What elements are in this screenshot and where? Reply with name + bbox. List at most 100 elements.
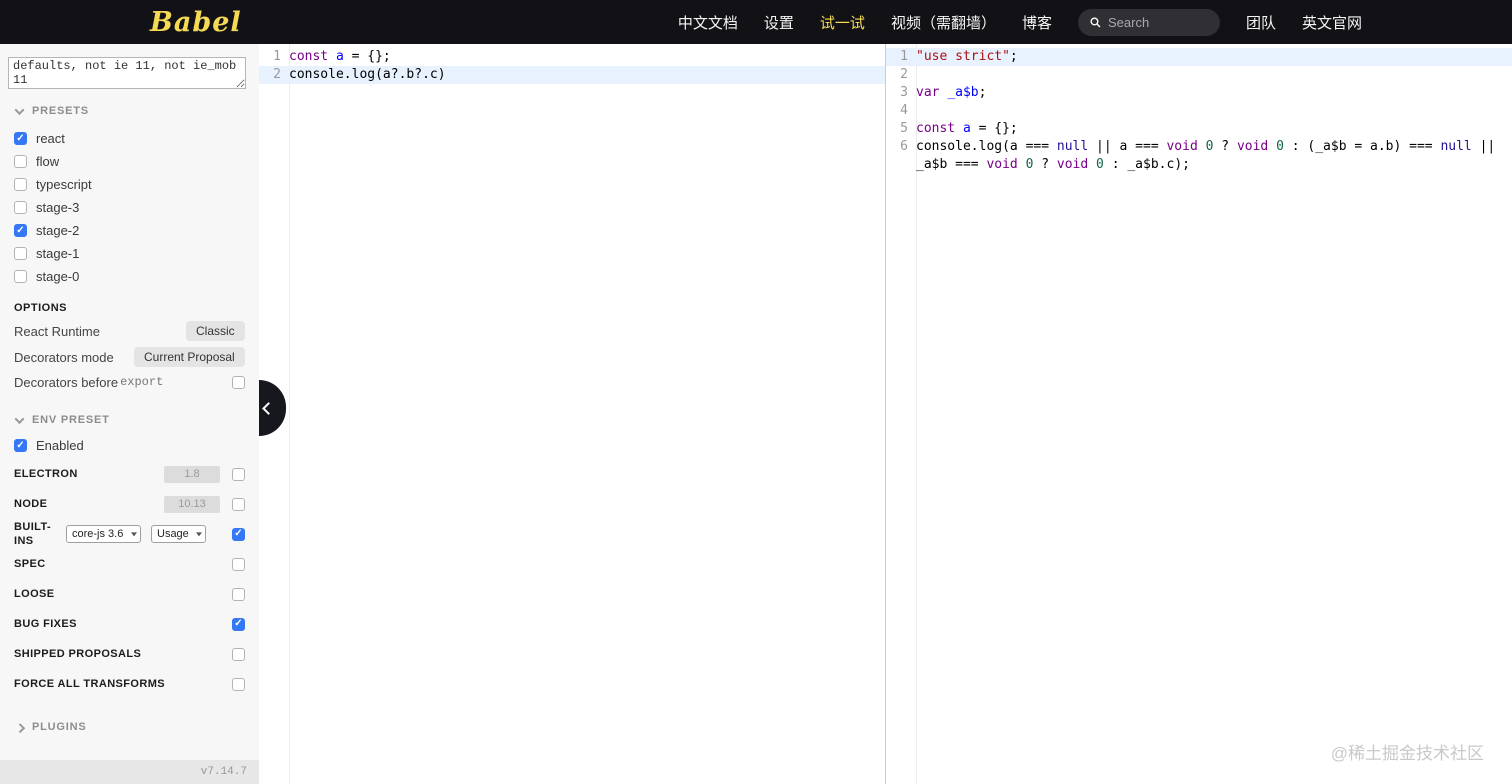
nav-item-docs[interactable]: 中文文档 (678, 12, 738, 33)
preset-item-typescript[interactable]: typescript (0, 173, 259, 196)
code-line[interactable]: 5 const a = {}; (886, 120, 1512, 138)
react-runtime-select[interactable]: Classic (186, 321, 245, 341)
code-line[interactable]: 2 (886, 66, 1512, 84)
env-enabled-label: Enabled (36, 438, 84, 453)
version-bar: v7.14.7 (0, 760, 259, 784)
bug-fixes-checkbox[interactable] (232, 617, 245, 631)
env-preset-section-header[interactable]: ENV PRESET (0, 394, 259, 432)
preset-label: stage-3 (36, 200, 80, 215)
browserslist-input[interactable]: defaults, not ie 11, not ie_mob 11 (8, 57, 246, 89)
corejs-version-select[interactable]: core-js 3.6 (66, 525, 141, 543)
line-number: 5 (900, 121, 908, 136)
force-all-transforms-row: FORCE ALL TRANSFORMS (0, 669, 259, 699)
code-text[interactable]: var _a$b; (916, 84, 1512, 102)
env-enabled-row[interactable]: Enabled (0, 432, 259, 459)
chevron-down-icon (14, 413, 25, 424)
code-line[interactable]: 2 console.log(a?.b?.c) (259, 66, 885, 84)
presets-list: react flow typescript stage-3 stage-2 st… (0, 123, 259, 288)
source-editor[interactable]: 1 const a = {}; 2 console.log(a?.b?.c) (259, 44, 886, 784)
bug-fixes-label: BUG FIXES (14, 618, 77, 630)
line-number: 6 (900, 139, 908, 154)
plugins-section-header[interactable]: PLUGINS (0, 699, 259, 743)
search-icon (1090, 16, 1101, 27)
code-text[interactable]: const a = {}; (916, 120, 1512, 138)
source-editor-lines: 1 const a = {}; 2 console.log(a?.b?.c) (259, 48, 885, 84)
decorators-mode-select[interactable]: Current Proposal (134, 347, 245, 367)
preset-typescript-checkbox[interactable] (14, 178, 27, 191)
line-number: 1 (273, 49, 281, 64)
builtins-checkbox[interactable] (232, 527, 245, 541)
search-input[interactable] (1107, 14, 1208, 30)
options-section-title: OPTIONS (14, 302, 68, 314)
preset-item-stage-0[interactable]: stage-0 (0, 265, 259, 288)
loose-checkbox[interactable] (232, 587, 245, 601)
code-text[interactable]: console.log(a?.b?.c) (289, 66, 885, 84)
code-line[interactable]: 1 const a = {}; (259, 48, 885, 66)
preset-stage2-checkbox[interactable] (14, 224, 27, 237)
babel-logo[interactable]: Babel (150, 7, 242, 38)
search-box[interactable] (1077, 8, 1220, 36)
spec-checkbox[interactable] (232, 557, 245, 571)
main-nav: 中文文档 设置 试一试 视频（需翻墙） 博客 团队 英文官网 (678, 8, 1362, 36)
preset-stage1-checkbox[interactable] (14, 247, 27, 260)
force-all-transforms-label: FORCE ALL TRANSFORMS (14, 678, 165, 690)
nav-item-repl[interactable]: 试一试 (820, 12, 865, 33)
code-text[interactable] (916, 66, 1512, 84)
line-number: 4 (900, 103, 908, 118)
node-version-input[interactable] (164, 495, 220, 513)
node-checkbox[interactable] (232, 497, 245, 511)
loose-row: LOOSE (0, 579, 259, 609)
force-all-transforms-checkbox[interactable] (232, 677, 245, 691)
nav-item-english-site[interactable]: 英文官网 (1302, 12, 1362, 33)
preset-item-stage-3[interactable]: stage-3 (0, 196, 259, 219)
builtins-usage-select[interactable]: Usage (151, 525, 206, 543)
code-text[interactable]: "use strict"; (916, 48, 1512, 66)
nav-item-team[interactable]: 团队 (1246, 12, 1276, 33)
preset-label: stage-1 (36, 246, 80, 261)
preset-label: react (36, 131, 65, 146)
presets-section-title: PRESETS (32, 105, 89, 117)
decorators-before-code: export (120, 375, 164, 389)
line-number: 2 (273, 67, 281, 82)
electron-version-input[interactable] (164, 465, 220, 483)
shipped-proposals-checkbox[interactable] (232, 647, 245, 661)
env-enabled-checkbox[interactable] (14, 439, 27, 452)
react-runtime-label: React Runtime (14, 323, 100, 339)
app-header: Babel 中文文档 设置 试一试 视频（需翻墙） 博客 团队 英文官网 (0, 0, 1512, 44)
nav-item-videos[interactable]: 视频（需翻墙） (891, 12, 996, 33)
preset-item-stage-1[interactable]: stage-1 (0, 242, 259, 265)
code-line[interactable]: 4 (886, 102, 1512, 120)
decorators-before-checkbox[interactable] (232, 375, 245, 389)
repl-options-sidebar: defaults, not ie 11, not ie_mob 11 PRESE… (0, 44, 259, 784)
code-text[interactable] (916, 102, 1512, 120)
react-runtime-row: React Runtime Classic (0, 318, 259, 344)
node-row: NODE (0, 489, 259, 519)
code-line[interactable]: 3 var _a$b; (886, 84, 1512, 102)
plugins-section-title: PLUGINS (32, 721, 87, 733)
preset-item-stage-2[interactable]: stage-2 (0, 219, 259, 242)
chevron-left-icon (262, 401, 275, 415)
node-label: NODE (14, 498, 48, 510)
preset-item-flow[interactable]: flow (0, 150, 259, 173)
electron-checkbox[interactable] (232, 467, 245, 481)
code-line[interactable]: 1 "use strict"; (886, 48, 1512, 66)
shipped-proposals-row: SHIPPED PROPOSALS (0, 639, 259, 669)
preset-flow-checkbox[interactable] (14, 155, 27, 168)
line-number: 2 (900, 67, 908, 82)
preset-stage3-checkbox[interactable] (14, 201, 27, 214)
preset-stage0-checkbox[interactable] (14, 270, 27, 283)
code-line[interactable]: 6 console.log(a === null || a === void 0 … (886, 138, 1512, 174)
nav-item-blog[interactable]: 博客 (1022, 12, 1052, 33)
bug-fixes-row: BUG FIXES (0, 609, 259, 639)
code-text[interactable]: const a = {}; (289, 48, 885, 66)
builtins-row: BUILT-INS core-js 3.6 Usage (0, 519, 259, 549)
version-label: v7.14.7 (200, 766, 247, 778)
preset-react-checkbox[interactable] (14, 132, 27, 145)
output-editor[interactable]: 1 "use strict"; 2 3 var _a$b; 4 5 const a = {};… (886, 44, 1512, 784)
nav-item-setup[interactable]: 设置 (764, 12, 794, 33)
preset-item-react[interactable]: react (0, 127, 259, 150)
chevron-down-icon (14, 104, 25, 115)
code-text[interactable]: console.log(a === null || a === void 0 ?… (916, 138, 1512, 174)
chevron-right-icon (15, 722, 26, 733)
presets-section-header[interactable]: PRESETS (0, 89, 259, 123)
